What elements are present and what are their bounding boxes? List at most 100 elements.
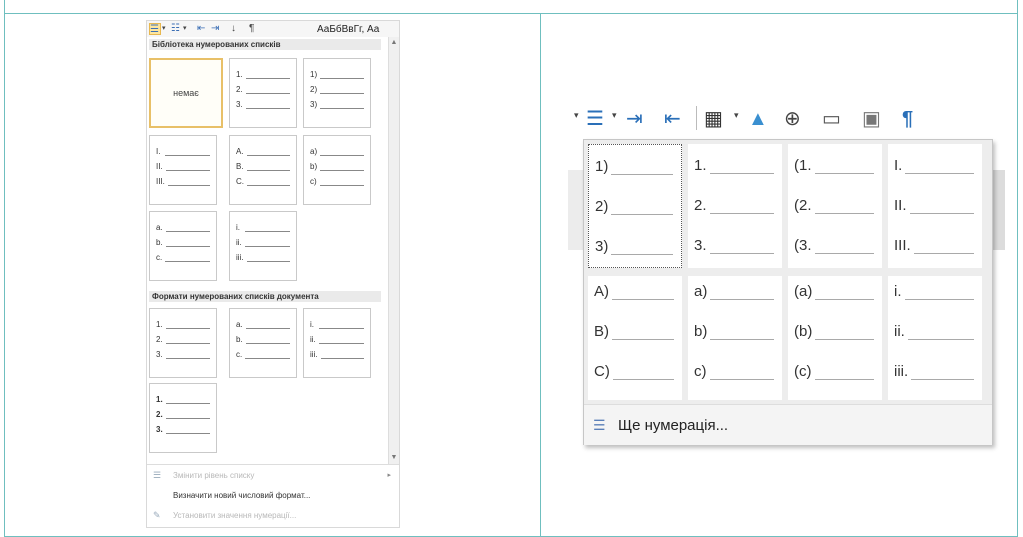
numbering-tile[interactable]: 1) 2) 3) — [303, 58, 371, 128]
numbering-tile[interactable]: i. ii. iii. — [303, 308, 371, 378]
numbering-tile[interactable]: a) b) c) — [303, 135, 371, 205]
list-marker: B. — [236, 162, 244, 171]
numbering-tile[interactable]: i. ii. iii. — [888, 276, 982, 400]
list-marker: (a) — [794, 283, 813, 300]
track-changes-icon[interactable]: ▣ — [862, 106, 881, 132]
decrease-indent-icon[interactable]: ⇤ — [664, 106, 681, 132]
list-marker: ii. — [236, 238, 242, 247]
numbering-tile[interactable]: I. II. III. — [888, 144, 982, 268]
change-level-icon: ☰ — [153, 470, 162, 480]
list-marker: b. — [156, 238, 163, 247]
word-numbering-library: ☰ ▾ ☷ ▾ ⇤ ⇥ ↓ ¶ АаБбВвГг, Аа Бібліотека … — [146, 20, 400, 528]
numbering-tile[interactable]: (1. (2. (3. — [788, 144, 882, 268]
hyperlink-icon[interactable]: ⊕ — [784, 106, 801, 132]
numbering-tile[interactable]: I. II. III. — [149, 135, 217, 205]
list-marker: A) — [594, 283, 609, 300]
list-marker: (c) — [794, 363, 812, 380]
more-numbering-item[interactable]: ☰ Ще нумерація... — [584, 404, 992, 445]
list-marker: ii. — [894, 323, 905, 340]
list-marker: (b) — [794, 323, 813, 340]
table-icon[interactable]: ▦ — [704, 106, 723, 132]
list-marker: 1. — [236, 70, 243, 79]
numbering-tile[interactable]: a) b) c) — [688, 276, 782, 400]
styles-preview[interactable]: АаБбВвГг, Аа — [317, 24, 379, 35]
dropdown-arrow-icon[interactable]: ▾ — [612, 110, 617, 121]
comment-icon[interactable]: ▭ — [822, 106, 841, 132]
numbering-tile[interactable]: 1. 2. 3. — [149, 383, 217, 453]
word-toolbar: ☰ ▾ ☷ ▾ ⇤ ⇥ ↓ ¶ АаБбВвГг, Аа — [147, 21, 399, 37]
list-marker: a) — [310, 147, 318, 156]
document-formats-header: Формати нумерованих списків документа — [149, 291, 381, 302]
list-marker: iii. — [310, 350, 318, 359]
list-marker: 3) — [310, 100, 318, 109]
increase-indent-icon[interactable]: ⇥ — [211, 23, 219, 35]
lo-numbering-dropdown: 1) 2) 3) 1. 2. 3. (1. (2. (3. I. II. III… — [583, 139, 993, 445]
list-marker: 3. — [156, 425, 163, 434]
list-marker: c. — [236, 350, 243, 359]
numbering-tile[interactable]: 1) 2) 3) — [588, 144, 682, 268]
list-marker: 2) — [595, 198, 609, 215]
list-marker: iii. — [894, 363, 909, 380]
decrease-indent-icon[interactable]: ⇤ — [197, 23, 205, 35]
dropdown-arrow-icon[interactable]: ▾ — [162, 23, 166, 35]
list-marker: 2. — [156, 335, 163, 344]
list-marker: (3. — [794, 237, 812, 254]
set-numbering-value-item[interactable]: Установити значення нумерації... — [173, 511, 296, 520]
increase-indent-icon[interactable]: ⇥ — [626, 106, 643, 132]
list-marker: 1. — [694, 157, 707, 174]
list-marker: 2. — [236, 85, 243, 94]
numbering-tile[interactable]: (a) (b) (c) — [788, 276, 882, 400]
list-marker: ii. — [310, 335, 316, 344]
image-icon[interactable]: ▲ — [748, 106, 768, 132]
change-list-level-item[interactable]: Змінити рівень списку — [173, 471, 254, 480]
numbering-tile[interactable]: i. ii. iii. — [229, 211, 297, 281]
list-marker: i. — [236, 223, 240, 232]
list-marker: b) — [310, 162, 318, 171]
set-value-icon: ✎ — [153, 510, 161, 520]
numbering-tile[interactable]: A. B. C. — [229, 135, 297, 205]
numbering-none-tile[interactable]: немає — [149, 58, 223, 128]
scroll-up-icon[interactable]: ▲ — [390, 39, 398, 47]
list-marker: III. — [156, 177, 165, 186]
formatting-marks-icon[interactable]: ¶ — [902, 106, 913, 132]
numbering-tile[interactable]: a. b. c. — [149, 211, 217, 281]
numbered-list-icon[interactable]: ☰ — [149, 23, 161, 35]
list-marker: A. — [236, 147, 244, 156]
list-marker: II. — [894, 197, 907, 214]
list-marker: i. — [310, 320, 314, 329]
list-marker: 1) — [310, 70, 318, 79]
list-marker: 3. — [236, 100, 243, 109]
list-marker: 3. — [694, 237, 707, 254]
list-marker: a) — [694, 283, 708, 300]
numbering-tile[interactable]: 1. 2. 3. — [688, 144, 782, 268]
numbered-list-icon[interactable]: ☰ — [586, 106, 604, 132]
pilcrow-icon[interactable]: ¶ — [249, 23, 254, 35]
dropdown-arrow-icon[interactable]: ▾ — [734, 110, 739, 121]
vertical-scrollbar[interactable]: ▲ ▼ — [388, 37, 399, 464]
list-marker: 1. — [156, 320, 163, 329]
numbering-tile[interactable]: a. b. c. — [229, 308, 297, 378]
dropdown-arrow-icon[interactable]: ▾ — [574, 110, 579, 121]
lo-toolbar: ▾ ☰ ▾ ⇥ ⇤ ▦ ▾ ▲ ⊕ ▭ ▣ ¶ — [572, 100, 978, 140]
column-divider — [540, 14, 541, 537]
list-marker: c) — [310, 177, 317, 186]
numbering-tile[interactable]: 1. 2. 3. — [229, 58, 297, 128]
list-marker: 3. — [156, 350, 163, 359]
list-marker: 1) — [595, 158, 609, 175]
document-behind — [568, 170, 583, 250]
list-marker: iii. — [236, 253, 244, 262]
list-marker: B) — [594, 323, 609, 340]
list-marker: 2) — [310, 85, 318, 94]
list-marker: 2. — [694, 197, 707, 214]
list-marker: 1. — [156, 395, 163, 404]
numbering-tile[interactable]: 1. 2. 3. — [149, 308, 217, 378]
dropdown-arrow-icon[interactable]: ▾ — [183, 23, 187, 35]
numbering-tile[interactable]: A) B) C) — [588, 276, 682, 400]
list-marker: III. — [894, 237, 911, 254]
list-marker: c. — [156, 253, 163, 262]
define-number-format-item[interactable]: Визначити новий числовий формат... — [173, 491, 310, 500]
scroll-down-icon[interactable]: ▼ — [390, 454, 398, 462]
multilevel-list-icon[interactable]: ☷ — [171, 23, 180, 35]
sort-icon[interactable]: ↓ — [231, 23, 236, 35]
list-marker: 3) — [595, 238, 609, 255]
